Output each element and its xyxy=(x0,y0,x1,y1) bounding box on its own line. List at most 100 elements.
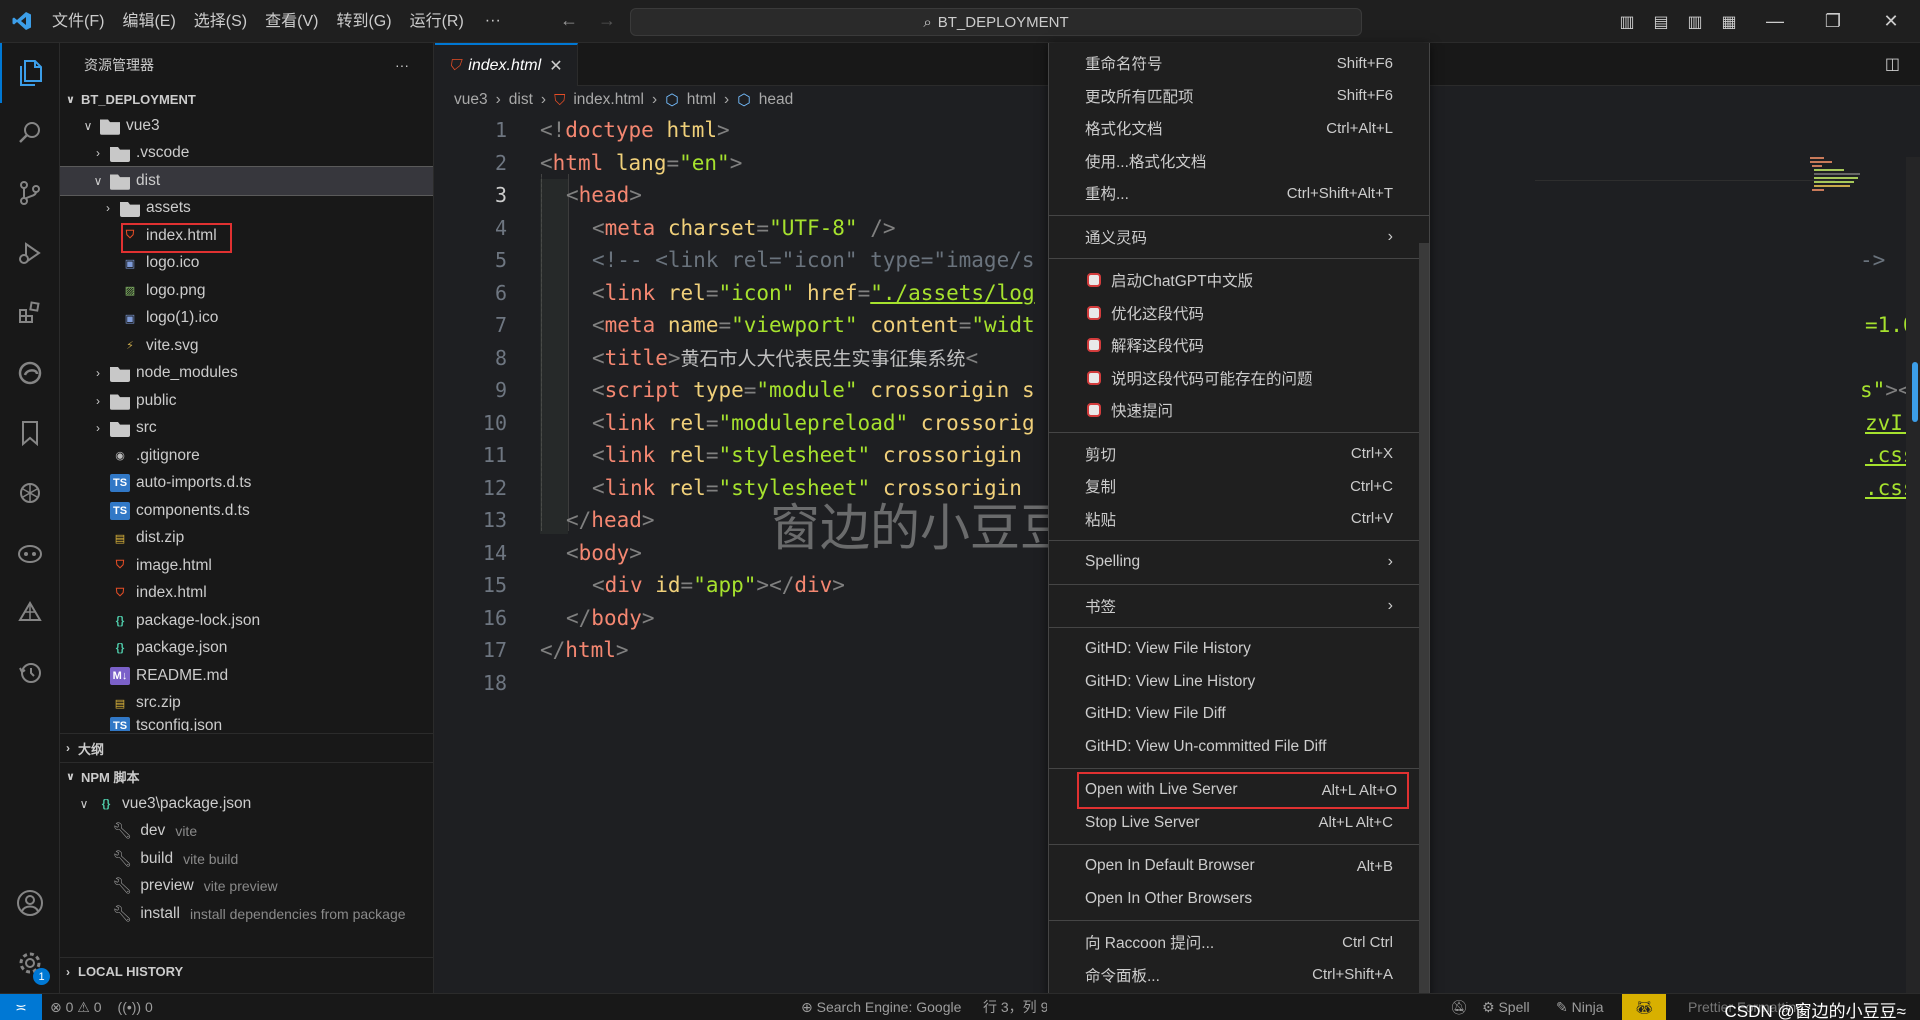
tree-item-image-html[interactable]: ⛉ image.html xyxy=(60,552,433,580)
search-engine-status[interactable]: ⊕ Search Engine: Google xyxy=(793,999,969,1016)
menu-item-tongyi-lingma[interactable]: 通义灵码 › xyxy=(1049,221,1429,254)
menu-item-stop-live-server[interactable]: Stop Live Server Alt+L Alt+C xyxy=(1049,807,1429,840)
tree-item-tsconfig[interactable]: TS tsconfig.json xyxy=(60,717,433,731)
tree-item-auto-imports[interactable]: TS auto-imports.d.ts xyxy=(60,470,433,498)
explorer-more-button[interactable]: ··· xyxy=(395,57,409,73)
explorer-icon[interactable] xyxy=(0,43,60,103)
menu-more-button[interactable]: ··· xyxy=(473,12,513,30)
raccoon-status-icon[interactable]: 🦝︎ xyxy=(1622,994,1666,1020)
menu-item-refactor[interactable]: 重构... Ctrl+Shift+Alt+T xyxy=(1049,177,1429,210)
extensions-icon[interactable] xyxy=(0,283,60,343)
customize-layout-icon[interactable]: ▦ xyxy=(1712,12,1746,32)
toggle-panel-icon[interactable]: ▤ xyxy=(1644,12,1678,32)
tab-index-html[interactable]: ⛉ index.html ✕ xyxy=(435,43,578,86)
tree-item-readme[interactable]: M↓ README.md xyxy=(60,662,433,690)
tree-item-dist[interactable]: ∨ dist xyxy=(60,166,433,196)
npm-script-dev[interactable]: 🔧︎ dev vite xyxy=(60,818,433,846)
menu-item-code-issues[interactable]: 说明这段代码可能存在的问题 xyxy=(1049,362,1429,395)
menu-item-optimize-code[interactable]: 优化这段代码 xyxy=(1049,297,1429,330)
raccoon-icon[interactable] xyxy=(0,523,60,583)
menu-item-rename-symbol[interactable]: 重命名符号 Shift+F6 xyxy=(1049,47,1429,80)
menu-item-spelling[interactable]: Spelling › xyxy=(1049,546,1429,579)
npm-section-header[interactable]: ∨ NPM 脚本 xyxy=(60,762,433,790)
breadcrumb-item[interactable]: html xyxy=(687,91,716,109)
menu-edit[interactable]: 编辑(E) xyxy=(113,0,184,43)
tree-item-assets[interactable]: › assets xyxy=(60,195,433,223)
split-editor-icon[interactable]: ◫ xyxy=(1885,54,1900,74)
command-center-search[interactable]: ⌕ BT_DEPLOYMENT xyxy=(630,8,1362,36)
tree-item-vscode[interactable]: › .vscode xyxy=(60,140,433,168)
npm-script-build[interactable]: 🔧︎ build vite build xyxy=(60,845,433,873)
ai-assistant-icon[interactable] xyxy=(0,583,60,643)
tree-item-gitignore[interactable]: ◉ .gitignore xyxy=(60,442,433,470)
tree-item-logo-ico[interactable]: ▣ logo.ico xyxy=(60,250,433,278)
menu-item-format-document[interactable]: 格式化文档 Ctrl+Alt+L xyxy=(1049,112,1429,145)
menu-file[interactable]: 文件(F) xyxy=(43,0,113,43)
search-icon[interactable] xyxy=(0,103,60,163)
menu-item-command-palette[interactable]: 命令面板... Ctrl+Shift+A xyxy=(1049,959,1429,992)
menu-item-open-default-browser[interactable]: Open In Default Browser Alt+B xyxy=(1049,850,1429,883)
tree-item-logo-png[interactable]: ▨ logo.png xyxy=(60,277,433,305)
tree-item-vue3[interactable]: ∨ vue3 xyxy=(60,112,433,140)
close-icon[interactable]: ✕ xyxy=(549,56,562,76)
tree-item-index-html[interactable]: ⛉ index.html xyxy=(60,580,433,608)
tree-item-index-html-dist[interactable]: ⛉ index.html xyxy=(60,222,433,250)
menu-item-format-document-with[interactable]: 使用...格式化文档 xyxy=(1049,145,1429,178)
tree-item-package-json[interactable]: {} package.json xyxy=(60,635,433,663)
tree-item-package-lock[interactable]: {} package-lock.json xyxy=(60,607,433,635)
restore-icon[interactable]: ❐ xyxy=(1804,11,1862,32)
toggle-secondary-sidebar-icon[interactable]: ▥ xyxy=(1678,12,1712,32)
edge-browser-icon[interactable] xyxy=(0,343,60,403)
toggle-sidebar-icon[interactable]: ▥ xyxy=(1610,12,1644,32)
notifications-off-icon[interactable]: 🔕︎ xyxy=(1442,999,1476,1016)
tree-item-vite-svg[interactable]: ⚡ vite.svg xyxy=(60,332,433,360)
tree-item-node-modules[interactable]: › node_modules xyxy=(60,360,433,388)
breadcrumb-item[interactable]: dist xyxy=(509,91,533,109)
menu-item-githd-uncommitted-diff[interactable]: GitHD: View Un-committed File Diff xyxy=(1049,731,1429,764)
minimize-icon[interactable]: — xyxy=(1746,11,1804,32)
npm-package-item[interactable]: ∨ {} vue3\package.json xyxy=(60,790,433,818)
menu-item-githd-line-history[interactable]: GitHD: View Line History xyxy=(1049,666,1429,699)
npm-script-preview[interactable]: 🔧︎ preview vite preview xyxy=(60,873,433,901)
tree-item-logo1-ico[interactable]: ▣ logo(1).ico xyxy=(60,305,433,333)
timeline-history-icon[interactable] xyxy=(0,643,60,703)
menu-item-bookmarks[interactable]: 书签 › xyxy=(1049,590,1429,623)
ports-indicator[interactable]: ((•)) 0 xyxy=(110,999,161,1015)
menu-item-ask-raccoon[interactable]: 向 Raccoon 提问... Ctrl Ctrl xyxy=(1049,926,1429,959)
spell-status[interactable]: ⚙ Spell xyxy=(1474,999,1538,1016)
back-arrow-icon[interactable]: ← xyxy=(560,10,578,31)
menu-item-open-with-live-server[interactable]: Open with Live Server Alt+L Alt+O xyxy=(1077,772,1409,809)
tree-item-src-zip[interactable]: ▤ src.zip xyxy=(60,690,433,718)
menu-go[interactable]: 转到(G) xyxy=(327,0,400,43)
menu-item-quick-ask[interactable]: 快速提问 xyxy=(1049,394,1429,427)
tree-item-public[interactable]: › public xyxy=(60,387,433,415)
tree-item-components[interactable]: TS components.d.ts xyxy=(60,497,433,525)
menu-scrollbar[interactable] xyxy=(1419,243,1429,1020)
breadcrumb-item[interactable]: vue3 xyxy=(454,91,488,109)
source-control-icon[interactable] xyxy=(0,163,60,223)
minimap[interactable] xyxy=(1810,157,1860,193)
menu-item-start-chatgpt[interactable]: 启动ChatGPT中文版 xyxy=(1049,264,1429,297)
breadcrumb-item[interactable]: head xyxy=(759,91,793,109)
menu-item-open-other-browsers[interactable]: Open In Other Browsers xyxy=(1049,883,1429,916)
project-section-header[interactable]: ∨ BT_DEPLOYMENT xyxy=(60,86,433,112)
menu-view[interactable]: 查看(V) xyxy=(256,0,327,43)
breadcrumb-item[interactable]: index.html xyxy=(573,91,644,109)
menu-item-githd-file-history[interactable]: GitHD: View File History xyxy=(1049,633,1429,666)
menu-item-cut[interactable]: 剪切 Ctrl+X xyxy=(1049,438,1429,471)
outline-section-header[interactable]: › 大纲 xyxy=(60,734,433,762)
problems-indicator[interactable]: ⊗ 0 ⚠ 0 xyxy=(42,999,110,1016)
menu-item-copy[interactable]: 复制 Ctrl+C xyxy=(1049,470,1429,503)
local-history-section-header[interactable]: › LOCAL HISTORY xyxy=(60,957,433,985)
tree-item-dist-zip[interactable]: ▤ dist.zip xyxy=(60,525,433,553)
menu-item-change-all-occurrences[interactable]: 更改所有匹配项 Shift+F6 xyxy=(1049,80,1429,113)
tree-item-src[interactable]: › src xyxy=(60,415,433,443)
menu-run[interactable]: 运行(R) xyxy=(401,0,473,43)
menu-item-paste[interactable]: 粘贴 Ctrl+V xyxy=(1049,503,1429,536)
editor-scrollbar[interactable] xyxy=(1906,157,1920,993)
ninja-status[interactable]: ✎ Ninja xyxy=(1548,999,1612,1016)
run-debug-icon[interactable] xyxy=(0,223,60,283)
chatgpt-icon[interactable] xyxy=(0,463,60,523)
menu-selection[interactable]: 选择(S) xyxy=(185,0,256,43)
npm-script-install[interactable]: 🔧︎ install install dependencies from packa… xyxy=(60,900,433,928)
